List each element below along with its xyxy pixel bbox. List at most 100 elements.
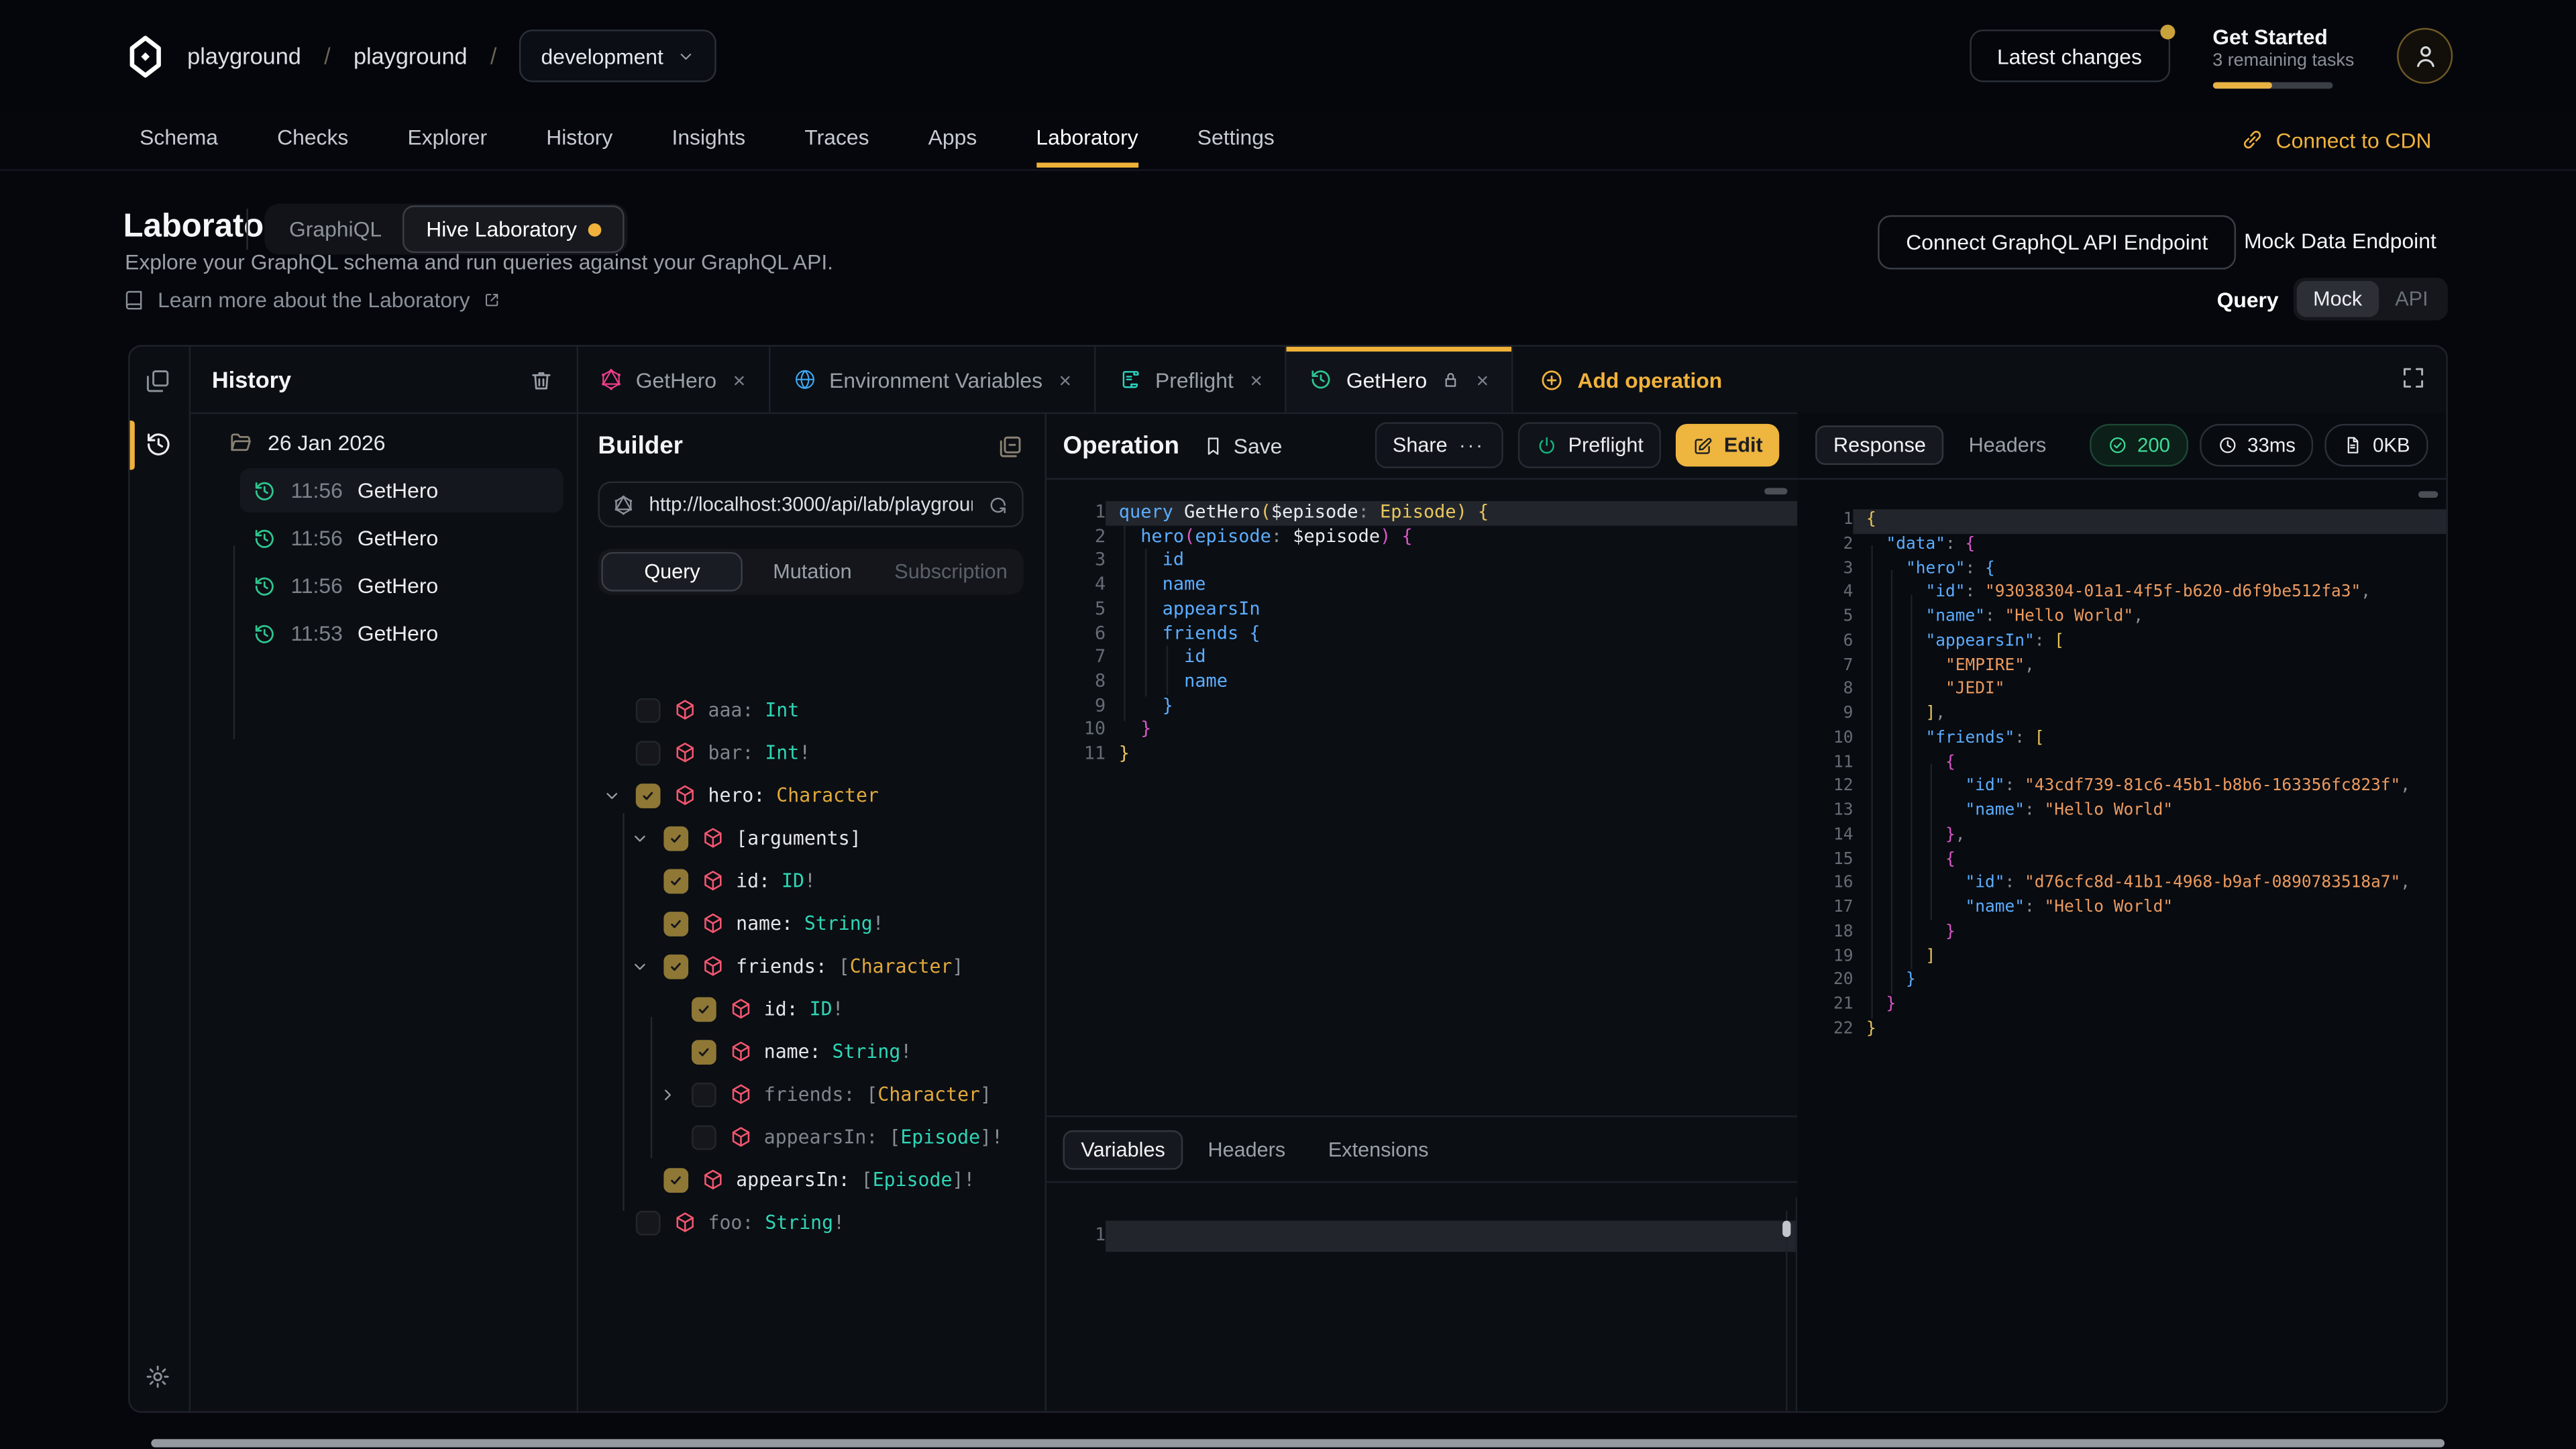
connect-graphql-endpoint-button[interactable]: Connect GraphQL API Endpoint xyxy=(1878,215,2236,270)
breadcrumb-project[interactable]: playground xyxy=(354,43,468,69)
tab-gethero[interactable]: GetHero× xyxy=(577,347,770,413)
field-checkbox[interactable] xyxy=(636,783,661,808)
tab-gethero[interactable]: GetHero× xyxy=(1287,347,1513,413)
variables-editor[interactable]: 1 xyxy=(1045,1197,1798,1411)
collections-icon[interactable] xyxy=(145,368,171,394)
scrollbar-thumb[interactable] xyxy=(1782,1221,1790,1237)
refresh-icon[interactable] xyxy=(987,494,1009,515)
field-row[interactable]: foo: String! xyxy=(577,1201,1045,1244)
lab-mode-toggle: GraphiQL Hive Laboratory xyxy=(264,204,628,255)
field-checkbox[interactable] xyxy=(663,954,688,979)
nav-item-apps[interactable]: Apps xyxy=(928,112,977,168)
collapse-panel-icon[interactable] xyxy=(998,433,1024,459)
close-tab-icon[interactable]: × xyxy=(1250,367,1263,392)
toggle-option-hive-laboratory[interactable]: Hive Laboratory xyxy=(403,205,625,253)
field-row[interactable]: [arguments] xyxy=(577,816,1045,859)
user-avatar[interactable] xyxy=(2397,28,2453,84)
settings-gear-icon[interactable] xyxy=(145,1364,171,1390)
field-checkbox[interactable] xyxy=(692,1124,716,1149)
nav-item-explorer[interactable]: Explorer xyxy=(408,112,488,168)
tab-extensions[interactable]: Extensions xyxy=(1310,1130,1447,1169)
breadcrumb-org[interactable]: playground xyxy=(187,43,301,69)
mock-data-endpoint-button[interactable]: Mock Data Endpoint xyxy=(2244,228,2436,253)
hive-logo-icon[interactable] xyxy=(123,34,168,78)
field-checkbox[interactable] xyxy=(663,868,688,893)
toggle-option-api[interactable]: API xyxy=(2379,281,2445,317)
history-item[interactable]: 11:56GetHero xyxy=(240,564,564,608)
page-horizontal-scrollbar[interactable] xyxy=(151,1439,2445,1447)
field-row[interactable]: bar: Int! xyxy=(577,731,1045,774)
close-tab-icon[interactable]: × xyxy=(1477,367,1489,392)
close-tab-icon[interactable]: × xyxy=(733,367,746,392)
field-row[interactable]: name: String! xyxy=(577,1030,1045,1073)
edit-button[interactable]: Edit xyxy=(1676,424,1779,467)
history-item[interactable]: 11:56GetHero xyxy=(240,516,564,560)
close-tab-icon[interactable]: × xyxy=(1059,367,1072,392)
learn-more-link[interactable]: Learn more about the Laboratory xyxy=(123,288,501,313)
tab-mutation[interactable]: Mutation xyxy=(743,552,882,592)
history-item[interactable]: 11:53GetHero xyxy=(240,611,564,655)
field-label: id: ID! xyxy=(764,998,844,1020)
chevron-down-icon[interactable] xyxy=(603,786,621,804)
trash-icon[interactable] xyxy=(529,367,554,392)
code-line: 1 xyxy=(1045,1221,1796,1251)
tab-response-headers[interactable]: Headers xyxy=(1951,425,2065,465)
field-checkbox[interactable] xyxy=(663,1167,688,1192)
field-checkbox[interactable] xyxy=(636,740,661,765)
connect-to-cdn-link[interactable]: Connect to CDN xyxy=(2241,112,2431,168)
field-row[interactable]: hero: Character xyxy=(577,773,1045,816)
nav-item-insights[interactable]: Insights xyxy=(672,112,745,168)
history-date-group[interactable]: 26 Jan 2026 xyxy=(189,421,577,465)
latest-changes-button[interactable]: Latest changes xyxy=(1969,30,2169,82)
endpoint-url-input[interactable] xyxy=(645,491,975,517)
field-row[interactable]: id: ID! xyxy=(577,987,1045,1030)
response-viewer[interactable]: 1{2 "data": {3 "hero": {4 "id": "9303830… xyxy=(1797,509,2446,1042)
tab-headers[interactable]: Headers xyxy=(1190,1130,1304,1169)
nav-item-traces[interactable]: Traces xyxy=(804,112,869,168)
field-checkbox[interactable] xyxy=(692,1082,716,1107)
tab-query[interactable]: Query xyxy=(601,552,743,592)
tab-environment-variables[interactable]: Environment Variables× xyxy=(770,347,1096,413)
preflight-button[interactable]: Preflight xyxy=(1517,422,1662,468)
get-started-widget[interactable]: Get Started 3 remaining tasks xyxy=(2212,24,2354,89)
field-checkbox[interactable] xyxy=(692,1039,716,1064)
fullscreen-icon[interactable] xyxy=(2400,365,2426,391)
add-operation-button[interactable]: Add operation xyxy=(1513,347,1748,413)
field-row[interactable]: id: ID! xyxy=(577,859,1045,902)
tab-subscription[interactable]: Subscription xyxy=(881,552,1020,592)
field-row[interactable]: aaa: Int xyxy=(577,688,1045,731)
query-editor[interactable]: 1query GetHero($episode: Episode) {2 her… xyxy=(1045,501,1798,767)
field-checkbox[interactable] xyxy=(663,826,688,851)
field-row[interactable]: name: String! xyxy=(577,902,1045,945)
chevron-right-icon[interactable] xyxy=(659,1085,677,1104)
target-selector[interactable]: development xyxy=(520,30,716,82)
save-button[interactable]: Save xyxy=(1202,433,1282,458)
field-checkbox[interactable] xyxy=(636,698,661,722)
share-button[interactable]: Share ··· xyxy=(1375,422,1503,468)
field-checkbox[interactable] xyxy=(663,911,688,936)
chevron-down-icon[interactable] xyxy=(631,957,649,975)
field-checkbox[interactable] xyxy=(636,1210,661,1235)
field-row[interactable]: friends: [Character] xyxy=(577,945,1045,987)
field-name: friends: xyxy=(764,1083,855,1106)
nav-item-settings[interactable]: Settings xyxy=(1197,112,1275,168)
toggle-option-mock[interactable]: Mock xyxy=(2297,281,2379,317)
nav-item-laboratory[interactable]: Laboratory xyxy=(1036,112,1138,168)
history-item[interactable]: 11:56GetHero xyxy=(240,468,564,513)
field-row[interactable]: appearsIn: [Episode]! xyxy=(577,1159,1045,1201)
chevron-down-icon[interactable] xyxy=(631,829,649,847)
toggle-option-graphiql[interactable]: GraphiQL xyxy=(268,207,403,252)
nav-item-history[interactable]: History xyxy=(546,112,612,168)
nav-item-schema[interactable]: Schema xyxy=(140,112,218,168)
more-options-icon[interactable]: ··· xyxy=(1459,434,1485,457)
horizontal-scrollbar-thumb[interactable] xyxy=(2418,491,2438,498)
nav-item-checks[interactable]: Checks xyxy=(277,112,348,168)
tab-preflight[interactable]: Preflight× xyxy=(1096,347,1287,413)
tab-response[interactable]: Response xyxy=(1815,425,1944,465)
field-row[interactable]: appearsIn: [Episode]! xyxy=(577,1116,1045,1159)
history-rail-icon[interactable] xyxy=(145,431,173,459)
tab-variables[interactable]: Variables xyxy=(1063,1130,1183,1169)
horizontal-scrollbar-thumb[interactable] xyxy=(1764,488,1787,494)
field-row[interactable]: friends: [Character] xyxy=(577,1073,1045,1116)
field-checkbox[interactable] xyxy=(692,996,716,1021)
